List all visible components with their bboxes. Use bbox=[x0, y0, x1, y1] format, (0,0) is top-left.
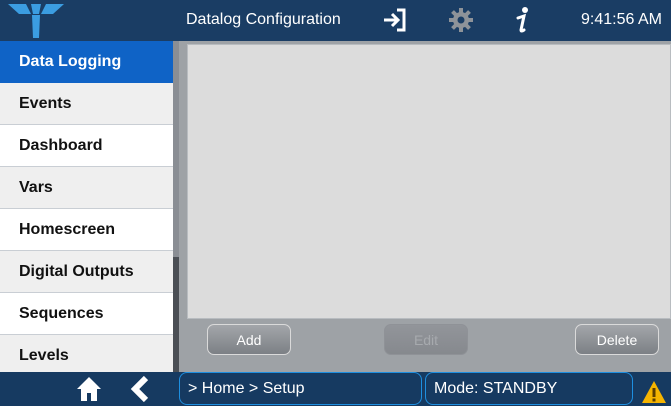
main-content: Add Edit Delete bbox=[179, 41, 671, 372]
home-icon[interactable] bbox=[76, 376, 102, 402]
breadcrumb[interactable]: > Home > Setup bbox=[179, 372, 422, 405]
warning-icon[interactable] bbox=[641, 380, 667, 404]
back-icon[interactable] bbox=[130, 376, 150, 402]
clock: 9:41:56 AM bbox=[581, 11, 662, 28]
teledyne-logo-icon bbox=[8, 4, 64, 38]
sidebar-item-sequences[interactable]: Sequences bbox=[0, 293, 173, 335]
sidebar-item-data-logging[interactable]: Data Logging bbox=[0, 41, 173, 83]
page-title: Datalog Configuration bbox=[186, 11, 341, 28]
delete-button[interactable]: Delete bbox=[575, 324, 659, 355]
sidebar-item-digital-outputs[interactable]: Digital Outputs bbox=[0, 251, 173, 293]
datalog-list-panel[interactable] bbox=[187, 44, 671, 319]
gear-icon[interactable] bbox=[449, 8, 473, 32]
bottom-bar: > Home > Setup Mode: STANDBY bbox=[0, 372, 671, 406]
add-button[interactable]: Add bbox=[207, 324, 291, 355]
sidebar-item-homescreen[interactable]: Homescreen bbox=[0, 209, 173, 251]
sidebar: Data Logging Events Dashboard Vars Homes… bbox=[0, 41, 173, 377]
mode-status[interactable]: Mode: STANDBY bbox=[425, 372, 633, 405]
top-bar: Datalog Configuration 9:41:56 AM bbox=[0, 0, 671, 41]
info-icon[interactable] bbox=[513, 5, 533, 35]
sidebar-item-events[interactable]: Events bbox=[0, 83, 173, 125]
sidebar-item-levels[interactable]: Levels bbox=[0, 335, 173, 377]
sidebar-item-dashboard[interactable]: Dashboard bbox=[0, 125, 173, 167]
exit-icon[interactable] bbox=[382, 8, 408, 32]
sidebar-item-vars[interactable]: Vars bbox=[0, 167, 173, 209]
edit-button: Edit bbox=[384, 324, 468, 355]
